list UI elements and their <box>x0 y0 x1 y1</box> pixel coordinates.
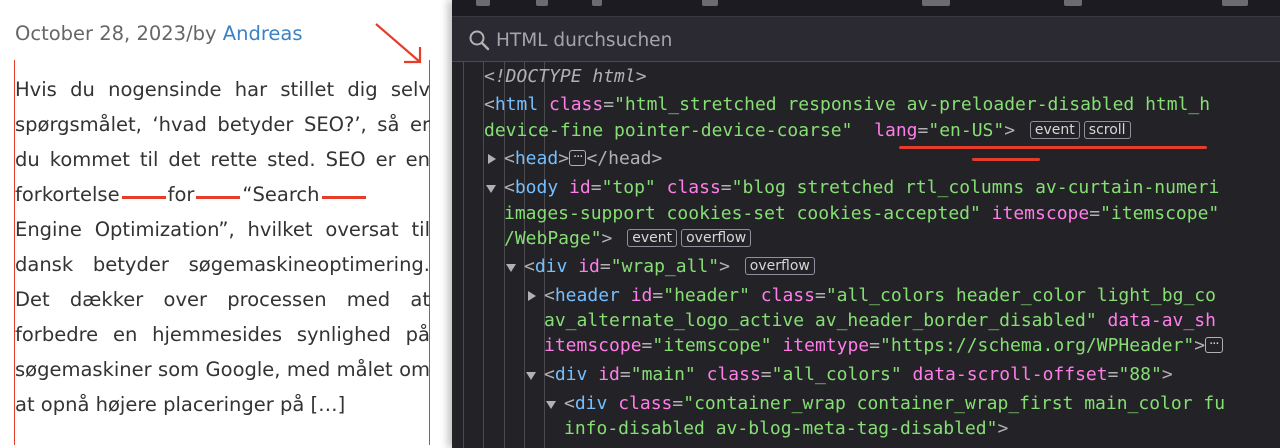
node-container-wrap-cont[interactable]: info-disabled av-blog-meta-tag-disabled"… <box>564 416 1008 442</box>
overflow-badge[interactable]: overflow <box>681 229 752 247</box>
expand-arrow-icon[interactable] <box>528 291 536 301</box>
overflow-badge[interactable]: overflow <box>744 257 815 275</box>
html-search-bar <box>452 17 1280 62</box>
node-head[interactable]: <head> ··· </head> <box>488 146 662 172</box>
node-body[interactable]: <body id="top" class="blog stretched rtl… <box>486 175 1219 201</box>
expand-arrow-icon[interactable] <box>488 154 496 164</box>
node-header-cont[interactable]: av_alternate_logo_active av_header_borde… <box>544 308 1216 334</box>
node-wrap-all[interactable]: <div id="wrap_all"> overflow <box>506 254 815 280</box>
collapse-arrow-icon[interactable] <box>546 401 556 409</box>
toolbar-icon[interactable] <box>922 0 950 6</box>
node-doctype[interactable]: <!DOCTYPE html> <box>484 64 647 90</box>
toolbar-icon[interactable] <box>476 0 490 6</box>
devtools-toolbar <box>452 0 1280 17</box>
toolbar-icon[interactable] <box>702 0 718 6</box>
search-icon <box>469 30 490 51</box>
devtools-inspector: <!DOCTYPE html> <html class="html_stretc… <box>452 0 1280 448</box>
author-link[interactable]: Andreas <box>223 22 303 45</box>
post-excerpt: Hvis du nogensinde har stillet dig selv … <box>15 78 430 416</box>
post-date: October 28, 2023 <box>15 22 187 45</box>
node-main[interactable]: <div id="main" class="all_colors" data-s… <box>526 362 1173 388</box>
html-search-input[interactable] <box>494 25 1258 55</box>
toolbar-icon[interactable] <box>1222 0 1248 6</box>
node-html-cont[interactable]: device-fine pointer-device-coarse" lang=… <box>484 118 1131 144</box>
post-meta: October 28, 2023/by Andreas <box>15 22 303 45</box>
node-html[interactable]: <html class="html_stretched responsive a… <box>484 92 1210 118</box>
event-badge[interactable]: event <box>627 229 678 247</box>
collapsed-ellipsis[interactable]: ··· <box>1205 337 1223 353</box>
collapse-arrow-icon[interactable] <box>486 185 496 193</box>
post-by: /by <box>186 22 223 45</box>
article-pane: October 28, 2023/by Andreas Hvis du noge… <box>0 0 448 448</box>
node-body-cont2[interactable]: /WebPage"> event overflow <box>504 226 752 252</box>
collapse-arrow-icon[interactable] <box>526 372 536 380</box>
lang-underline <box>899 146 1207 149</box>
tree-guide <box>463 62 464 448</box>
node-container-wrap[interactable]: <div class="container_wrap container_wra… <box>546 391 1225 417</box>
markup-tree: <!DOCTYPE html> <html class="html_stretc… <box>452 62 1280 448</box>
toolbar-icon[interactable] <box>536 0 548 6</box>
lang-underline-short <box>972 158 1040 161</box>
collapsed-ellipsis[interactable]: ··· <box>569 150 587 166</box>
scroll-badge[interactable]: scroll <box>1083 121 1131 139</box>
arrow-annotation-icon <box>375 23 422 64</box>
toolbar-icon[interactable] <box>1064 0 1082 6</box>
node-header[interactable]: <header id="header" class="all_colors he… <box>528 283 1216 309</box>
node-body-cont[interactable]: images-support cookies-set cookies-accep… <box>504 201 1219 227</box>
toolbar-icon[interactable] <box>592 0 602 6</box>
node-header-cont2[interactable]: itemscope="itemscope" itemtype="https://… <box>544 333 1223 359</box>
collapse-arrow-icon[interactable] <box>506 264 516 272</box>
event-badge[interactable]: event <box>1029 121 1080 139</box>
